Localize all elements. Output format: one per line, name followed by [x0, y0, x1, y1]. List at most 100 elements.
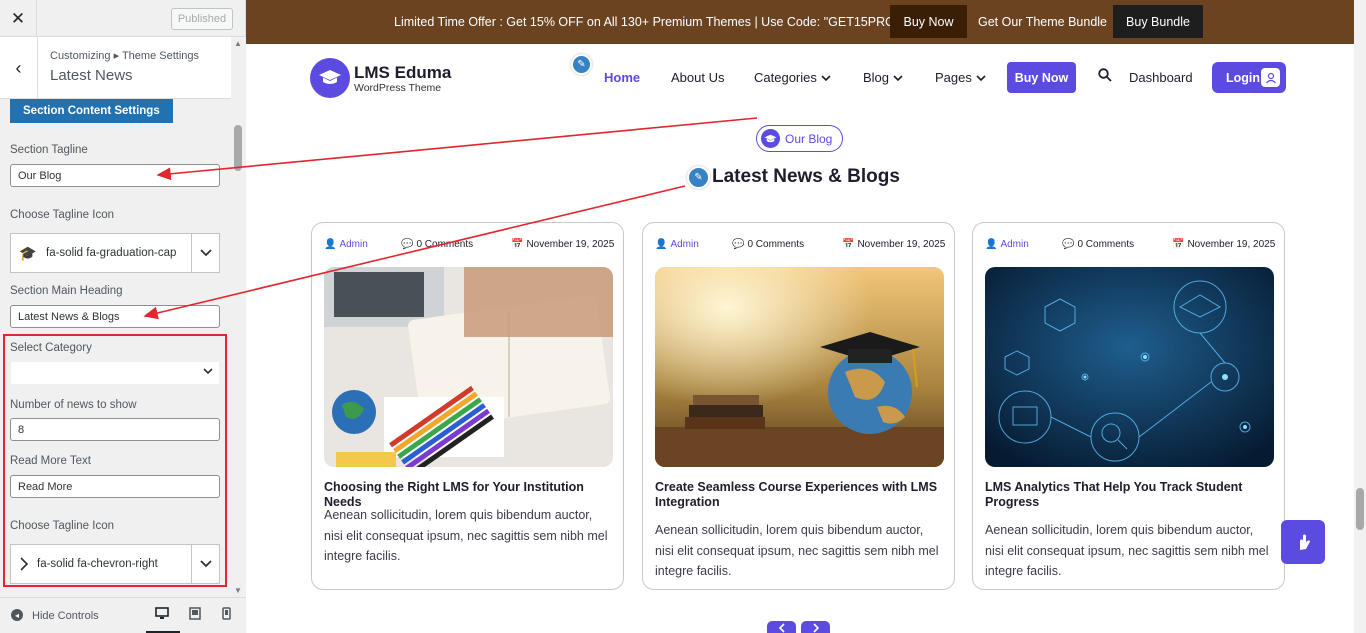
chevron-down-icon[interactable] — [191, 234, 219, 272]
tagline-icon-value: fa-solid fa-graduation-cap — [46, 247, 177, 259]
card-title[interactable]: Create Seamless Course Experiences with … — [655, 480, 945, 510]
main-heading-label: Section Main Heading — [10, 285, 123, 297]
customizer-sidebar: ✕ Published ‹ Customizing ▸ Theme Settin… — [0, 0, 246, 633]
nav-categories[interactable]: Categories — [754, 70, 831, 85]
edit-pencil-icon[interactable]: ✎ — [571, 54, 592, 75]
sidebar-scrollbar[interactable]: ▲ ▼ — [231, 37, 246, 597]
section-tagline: Our Blog — [756, 125, 843, 152]
logo-mark[interactable] — [310, 58, 350, 98]
logo-subtitle: WordPress Theme — [354, 82, 442, 94]
hide-controls-button[interactable]: Hide Controls — [32, 610, 99, 622]
carousel-prev-button[interactable] — [767, 621, 796, 633]
section-content-settings-button[interactable]: Section Content Settings — [10, 99, 173, 123]
card-description: Aenean sollicitudin, lorem quis bibendum… — [324, 508, 608, 563]
preview-scroll-thumb[interactable] — [1356, 488, 1364, 530]
blog-card[interactable]: 👤Admin 💬0 Comments 📅November 19, 2025 — [311, 222, 624, 590]
section-heading: Latest News & Blogs — [712, 166, 900, 187]
panel-title: Latest News — [50, 67, 133, 84]
comments-icon: 💬 — [401, 239, 414, 250]
card-date-text: November 19, 2025 — [857, 239, 946, 250]
section-tagline-text: Our Blog — [785, 131, 833, 146]
preview-scrollbar[interactable] — [1354, 0, 1366, 633]
card-image[interactable] — [985, 267, 1274, 467]
nav-blog[interactable]: Blog — [863, 70, 903, 85]
scroll-down-icon[interactable]: ▼ — [234, 586, 242, 595]
accessibility-hand-icon[interactable] — [1281, 520, 1325, 564]
nav-dashboard[interactable]: Dashboard — [1129, 70, 1193, 85]
card-comments[interactable]: 💬 0 Comments — [732, 239, 804, 250]
card-author-name: Admin — [339, 239, 368, 250]
published-button[interactable]: Published — [171, 8, 233, 30]
back-arrow-icon[interactable]: ‹ — [0, 37, 38, 99]
promo-text: Limited Time Offer : Get 15% OFF on All … — [394, 15, 900, 29]
carousel-next-button[interactable] — [801, 621, 830, 633]
card-author[interactable]: 👤 Admin — [985, 239, 1029, 250]
site-preview: Limited Time Offer : Get 15% OFF on All … — [246, 0, 1366, 633]
desktop-preview-icon[interactable] — [155, 607, 169, 623]
blog-card[interactable]: 👤Admin 💬0 Comments 📅November 19, 2025 — [642, 222, 955, 590]
graduation-cap-icon — [761, 129, 780, 148]
card-comments[interactable]: 💬 0 Comments — [401, 239, 473, 250]
main-heading-input[interactable]: Latest News & Blogs — [10, 305, 220, 328]
user-icon: 👤 — [985, 239, 998, 250]
blog-card[interactable]: 👤Admin 💬0 Comments 📅November 19, 2025 — [972, 222, 1285, 590]
chevron-down-icon — [893, 70, 903, 85]
calendar-icon: 📅 — [842, 239, 855, 250]
promo-buy-bundle-button[interactable]: Buy Bundle — [1113, 5, 1203, 38]
user-icon: 👤 — [324, 239, 337, 250]
mobile-preview-icon[interactable] — [222, 607, 231, 623]
card-comments-count: 0 Comments — [416, 239, 474, 250]
sidebar-scroll-thumb[interactable] — [234, 125, 242, 171]
nav-pages-label: Pages — [935, 70, 972, 85]
edit-pencil-icon[interactable]: ✎ — [687, 166, 710, 189]
graduation-cap-icon: 🎓 — [19, 245, 37, 261]
card-date: 📅 November 19, 2025 — [511, 239, 614, 250]
tagline-input[interactable]: Our Blog — [10, 164, 220, 187]
promo-buy-now-button[interactable]: Buy Now — [890, 5, 967, 38]
nav-categories-label: Categories — [754, 70, 817, 85]
card-author[interactable]: 👤 Admin — [655, 239, 699, 250]
calendar-icon: 📅 — [1172, 239, 1185, 250]
customizer-topbar: ✕ Published — [0, 0, 245, 37]
close-icon[interactable]: ✕ — [0, 0, 37, 37]
card-date-text: November 19, 2025 — [526, 239, 615, 250]
card-author-name: Admin — [670, 239, 699, 250]
card-image[interactable] — [655, 267, 944, 467]
card-date-text: November 19, 2025 — [1187, 239, 1276, 250]
comments-icon: 💬 — [1062, 239, 1075, 250]
card-image[interactable] — [324, 267, 613, 467]
nav-buy-now-button[interactable]: Buy Now — [1007, 62, 1076, 93]
search-icon[interactable] — [1098, 68, 1112, 85]
nav-about[interactable]: About Us — [671, 70, 724, 85]
promo-bundle-text: Get Our Theme Bundle — [978, 15, 1108, 29]
breadcrumb: Customizing ▸ Theme Settings — [50, 50, 199, 62]
login-button[interactable]: Login — [1212, 62, 1286, 93]
calendar-icon: 📅 — [511, 239, 524, 250]
card-description: Aenean sollicitudin, lorem quis bibendum… — [985, 523, 1269, 578]
card-comments[interactable]: 💬 0 Comments — [1062, 239, 1134, 250]
nav-pages[interactable]: Pages — [935, 70, 986, 85]
card-title[interactable]: LMS Analytics That Help You Track Studen… — [985, 480, 1275, 510]
comments-icon: 💬 — [732, 239, 745, 250]
user-icon — [1261, 68, 1280, 87]
chevron-down-icon — [975, 70, 986, 85]
panel-header: ‹ Customizing ▸ Theme Settings Latest Ne… — [0, 37, 231, 99]
logo-name[interactable]: LMS Eduma — [354, 63, 451, 83]
user-icon: 👤 — [655, 239, 668, 250]
nav-blog-label: Blog — [863, 70, 890, 85]
promo-bar: Limited Time Offer : Get 15% OFF on All … — [246, 0, 1354, 44]
tablet-preview-icon[interactable] — [189, 607, 201, 623]
highlight-box — [3, 334, 227, 587]
tagline-label: Section Tagline — [10, 144, 88, 156]
card-comments-count: 0 Comments — [747, 239, 805, 250]
tagline-icon-select[interactable]: 🎓 fa-solid fa-graduation-cap — [10, 233, 220, 273]
chevron-down-icon — [820, 70, 831, 85]
card-author[interactable]: 👤 Admin — [324, 239, 368, 250]
hide-controls-icon[interactable]: ◂ — [11, 609, 23, 621]
card-date: 📅 November 19, 2025 — [842, 239, 945, 250]
card-description: Aenean sollicitudin, lorem quis bibendum… — [655, 523, 939, 578]
card-author-name: Admin — [1000, 239, 1029, 250]
scroll-up-icon[interactable]: ▲ — [234, 39, 242, 48]
nav-home[interactable]: Home — [604, 70, 640, 85]
card-comments-count: 0 Comments — [1077, 239, 1135, 250]
